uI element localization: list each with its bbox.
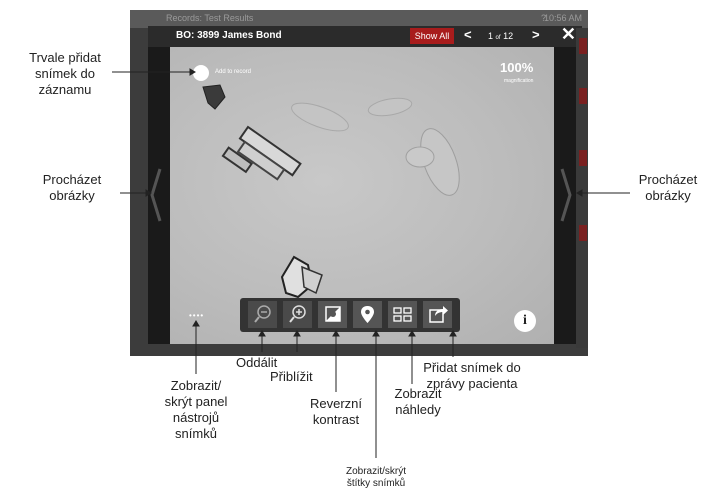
annotation-reverse-contrast: Reverzní kontrast xyxy=(296,396,376,428)
annotation-line: štítky snímků xyxy=(346,478,406,489)
annotation-line: skrýt panel xyxy=(164,394,228,409)
annotation-line: Procházet xyxy=(42,172,102,187)
annotation-toggle-toolbar: Zobrazit/ skrýt panel nástrojů snímků xyxy=(140,378,252,442)
annotation-add-permanently: Trvale přidat snímek do záznamu xyxy=(2,50,128,98)
annotation-line: Zobrazit/skrýt xyxy=(345,466,406,477)
annotation-line: Reverzní xyxy=(309,396,363,411)
annotation-line: kontrast xyxy=(312,412,360,427)
annotation-line: zprávy pacienta xyxy=(426,376,518,391)
annotation-add-to-report: Přidat snímek do zprávy pacienta xyxy=(402,360,542,392)
annotation-line: záznamu xyxy=(38,82,92,97)
annotation-browse-left: Procházet obrázky xyxy=(24,172,120,204)
annotation-line: obrázky xyxy=(49,188,95,203)
annotation-line: snímků xyxy=(175,426,217,441)
annotation-line: snímek do xyxy=(35,66,95,81)
annotation-line: nástrojů xyxy=(172,410,220,425)
annotation-toggle-labels: Zobrazit/skrýt štítky snímků xyxy=(320,466,432,490)
annotation-browse-right: Procházet obrázky xyxy=(620,172,715,204)
annotation-line: Zobrazit/ xyxy=(170,378,222,393)
annotation-line: náhledy xyxy=(395,402,441,417)
annotation-line: Trvale přidat xyxy=(29,50,101,65)
annotation-line: Přidat snímek do xyxy=(423,360,521,375)
annotation-zoom-in: Přiblížit xyxy=(270,369,313,384)
annotation-line: Procházet xyxy=(638,172,698,187)
annotation-line: obrázky xyxy=(645,188,691,203)
